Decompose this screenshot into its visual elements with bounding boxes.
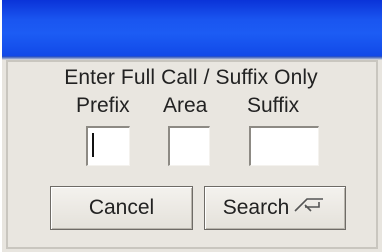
suffix-label: Suffix [247, 94, 300, 117]
instruction-text: Enter Full Call / Suffix Only [64, 66, 318, 89]
text-caret [92, 133, 94, 157]
search-button-label: Search [222, 196, 290, 219]
title-bar[interactable] [2, 0, 382, 56]
cancel-button-label: Cancel [88, 196, 155, 219]
suffix-input[interactable] [249, 126, 319, 166]
prefix-label: Prefix [76, 94, 130, 117]
enter-key-icon [293, 195, 327, 221]
search-button[interactable]: Search [204, 186, 346, 230]
area-input[interactable] [168, 126, 210, 166]
cancel-button[interactable]: Cancel [50, 186, 193, 230]
area-label: Area [163, 94, 208, 117]
